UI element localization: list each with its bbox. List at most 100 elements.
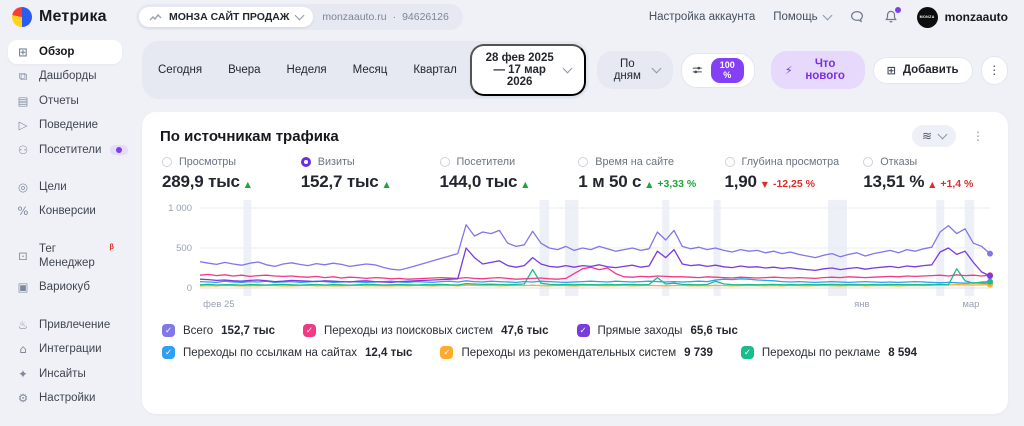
quick-range-2[interactable]: Неделя (274, 58, 340, 82)
traffic-chart-svg (200, 200, 990, 296)
legend-checkbox-icon[interactable]: ✓ (577, 324, 590, 337)
metric-radio[interactable] (301, 157, 311, 167)
sidebar-item-label: Обзор (39, 45, 74, 59)
sampling-percent-badge: 100 % (711, 58, 744, 83)
sidebar-item-1-0[interactable]: ⧉Дашборды (8, 64, 122, 88)
legend-item-4[interactable]: ✓Переходы из рекомендательных систем9 73… (440, 346, 712, 359)
sidebar-item-0-0[interactable]: ⊞Обзор (8, 40, 122, 64)
legend-item-1[interactable]: ✓Переходы из поисковых систем47,6 тыс (303, 324, 549, 337)
quick-range-0[interactable]: Сегодня (145, 58, 215, 82)
sidebar-item-1-1[interactable]: %Конверсии (8, 199, 122, 223)
site-meta: monzaauto.ru · 94626126 (322, 11, 448, 23)
metric-value: 289,9 тыс (162, 172, 240, 192)
chevron-down-icon (822, 11, 832, 21)
dot-separator: · (393, 11, 397, 23)
sidebar-item-label: Вариокуб (39, 280, 90, 294)
chat-button[interactable] (849, 9, 865, 25)
sidebar-item-0-1[interactable]: ◎Цели (8, 175, 122, 199)
metric-delta: +1,4 % (940, 178, 973, 190)
trend-down-icon: ▼ (762, 180, 768, 189)
notification-dot (895, 7, 901, 13)
site-name: МОНЗА САЙТ ПРОДАЖ (169, 11, 289, 23)
metric-item-2[interactable]: Посетители144,0 тыс▲ (428, 156, 567, 192)
quick-range-4[interactable]: Квартал (400, 58, 469, 82)
y-tick-label: 1 000 (168, 203, 192, 214)
legend-item-5[interactable]: ✓Переходы по рекламе8 594 (741, 346, 917, 359)
notification-dot-badge (110, 145, 128, 155)
metric-radio[interactable] (725, 157, 735, 167)
toolbar-kebab-button[interactable]: ⋮ (981, 56, 1008, 85)
sidebar-item-1-2[interactable]: ▣ Вариокуб (8, 275, 122, 299)
sidebar-item-label: Инсайты (39, 367, 86, 381)
metric-radio[interactable] (863, 157, 873, 167)
sidebar-item-2-0[interactable]: ▤Отчеты (8, 89, 122, 113)
legend-checkbox-icon[interactable]: ✓ (440, 346, 453, 359)
sidebar-item-3-0[interactable]: ▷Поведение (8, 113, 122, 137)
add-widget-button[interactable]: ⊞ Добавить (873, 57, 973, 84)
sidebar-item-label: Конверсии (39, 204, 96, 218)
integrations-icon: ⌂ (16, 342, 30, 356)
legend-item-0[interactable]: ✓Всего152,7 тыс (162, 324, 275, 337)
quick-range-1[interactable]: Вчера (215, 58, 273, 82)
metric-radio[interactable] (162, 157, 172, 167)
metric-radio[interactable] (440, 157, 450, 167)
sidebar-item-1-3[interactable]: ⌂Интеграции (8, 337, 122, 361)
variocube-icon: ▣ (16, 280, 30, 294)
metric-header: Время на сайте (578, 156, 700, 168)
legend-label: Переходы по ссылкам на сайтах (183, 347, 357, 359)
metric-item-1[interactable]: Визиты152,7 тыс▲ (289, 156, 428, 192)
sidebar-item-0-2[interactable]: ⊡Тег Менеджерβ (8, 237, 122, 276)
chart-area: 1 0005000 (160, 200, 990, 296)
legend-item-3[interactable]: ✓Переходы по ссылкам на сайтах12,4 тыс (162, 346, 412, 359)
sidebar-item-label: Дашборды (39, 69, 97, 83)
lightning-icon: ⚡ (785, 64, 793, 77)
metric-label: Время на сайте (595, 156, 674, 168)
date-range-picker[interactable]: 28 фев 2025 — 17 мар 2026 (470, 44, 586, 96)
legend-checkbox-icon[interactable]: ✓ (162, 346, 175, 359)
metric-item-0[interactable]: Просмотры289,9 тыс▲ (160, 156, 289, 192)
notifications-button[interactable] (883, 9, 899, 25)
metric-item-4[interactable]: Глубина просмотра1,90▼-12,25 % (713, 156, 852, 192)
metric-delta: -12,25 % (773, 178, 815, 190)
date-range-label: 28 фев 2025 — 17 мар 2026 (485, 52, 555, 88)
chart-legend: ✓Всего152,7 тыс ✓Переходы из поисковых си… (160, 314, 990, 363)
metric-item-3[interactable]: Время на сайте1 м 50 с▲+3,33 % (566, 156, 712, 192)
sidebar-item-4-0[interactable]: ⚇Посетители (8, 138, 122, 162)
account-settings-link[interactable]: Настройка аккаунта (649, 11, 755, 23)
tag-manager-icon: ⊡ (16, 249, 30, 263)
metrika-logo[interactable]: Метрика (12, 7, 124, 27)
legend-checkbox-icon[interactable]: ✓ (741, 346, 754, 359)
metric-value-row: 13,51 %▲+1,4 % (863, 172, 978, 192)
sidebar-item-2-3[interactable]: ✦ Инсайты (8, 362, 122, 386)
chart-type-select[interactable]: ≋ (912, 125, 956, 147)
card-kebab-button[interactable]: ⋮ (966, 128, 990, 144)
sidebar-item-3-3[interactable]: ⚙Настройки (8, 386, 122, 410)
legend-item-2[interactable]: ✓Прямые заходы65,6 тыс (577, 324, 738, 337)
sidebar: ⊞Обзор⧉Дашборды▤Отчеты▷Поведение⚇Посетит… (0, 34, 130, 426)
legend-checkbox-icon[interactable]: ✓ (162, 324, 175, 337)
legend-value: 152,7 тыс (221, 325, 275, 337)
quick-range-buttons: СегодняВчераНеделяМесяцКвартал (145, 58, 470, 82)
trend-up-icon: ▲ (384, 180, 390, 189)
sidebar-item-label: Настройки (39, 391, 95, 405)
whats-new-button[interactable]: ⚡ Что нового (771, 51, 865, 89)
help-menu[interactable]: Помощь (773, 11, 830, 23)
sampling-button[interactable]: 100 % (681, 53, 755, 88)
site-selector-current[interactable]: МОНЗА САЙТ ПРОДАЖ (139, 7, 313, 27)
quick-range-3[interactable]: Месяц (340, 58, 401, 82)
metric-radio[interactable] (578, 157, 588, 167)
chart-plot[interactable] (200, 200, 990, 296)
site-selector[interactable]: МОНЗА САЙТ ПРОДАЖ monzaauto.ru · 9462612… (136, 4, 463, 30)
x-axis-spacer (160, 296, 200, 314)
metric-item-5[interactable]: Отказы13,51 %▲+1,4 % (851, 156, 990, 192)
insights-sparkle-icon: ✦ (16, 367, 30, 381)
legend-checkbox-icon[interactable]: ✓ (303, 324, 316, 337)
metric-header: Посетители (440, 156, 555, 168)
visitors-person-icon: ⚇ (16, 143, 30, 157)
sidebar-group: ⊞Обзор⧉Дашборды▤Отчеты▷Поведение⚇Посетит… (8, 40, 122, 162)
metric-value: 1,90 (725, 172, 757, 192)
sidebar-item-0-3[interactable]: ♨Привлечение (8, 313, 122, 337)
x-tick-label: фев 25 (203, 299, 234, 310)
user-menu[interactable]: MONZA monzaauto (917, 7, 1008, 28)
granularity-select[interactable]: По дням (597, 51, 674, 89)
